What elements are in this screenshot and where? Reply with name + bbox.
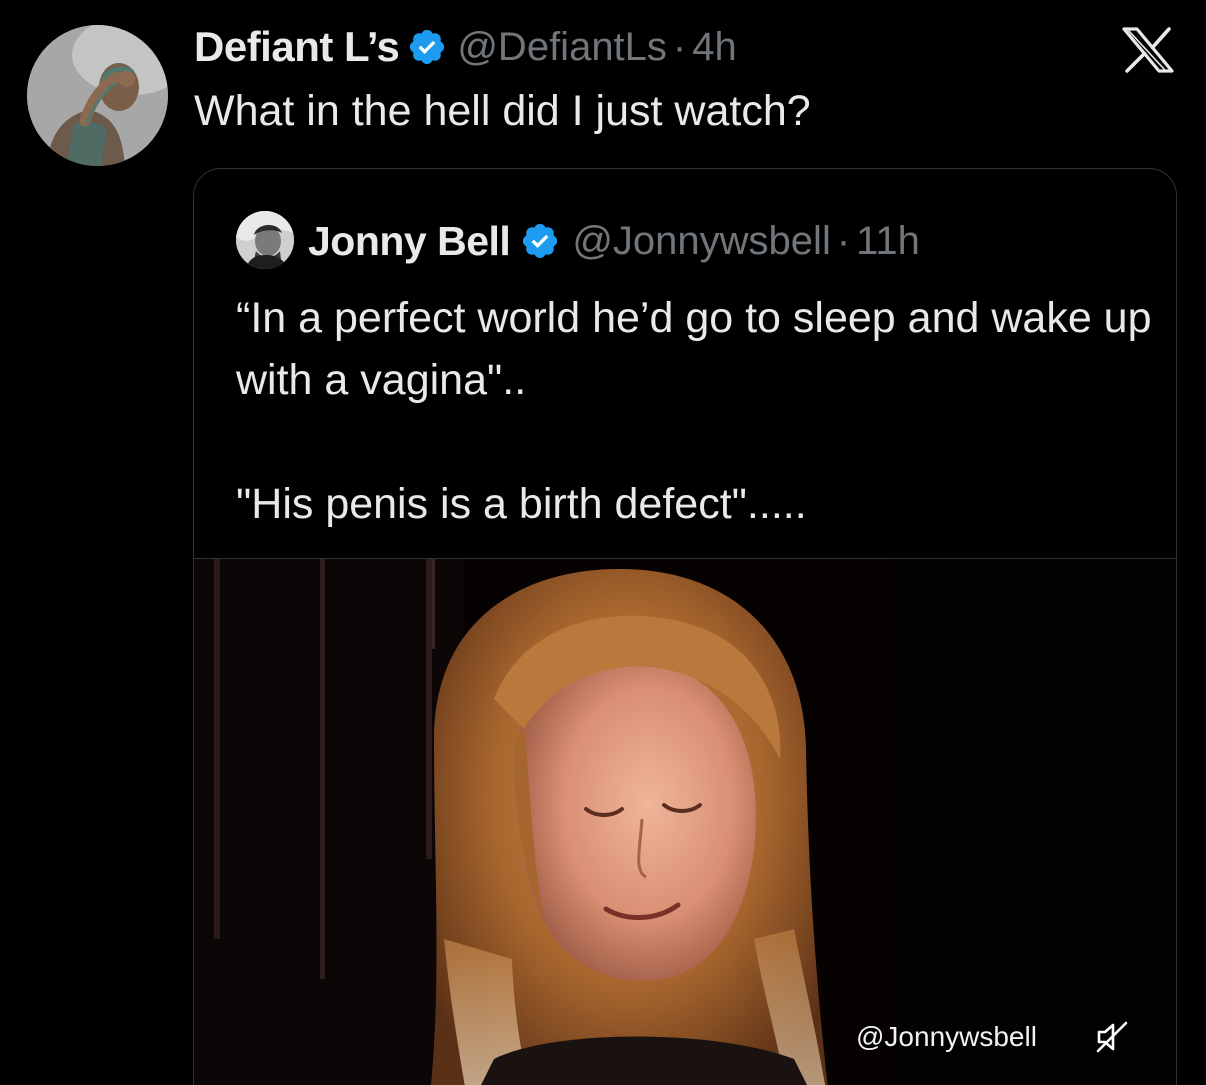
video-player[interactable]: @Jonnywsbell	[194, 558, 1176, 1085]
video-watermark: @Jonnywsbell	[856, 1021, 1037, 1052]
verified-badge-icon	[407, 27, 447, 67]
tweet-text: What in the hell did I just watch?	[194, 87, 811, 135]
author-handle[interactable]: @DefiantLs	[457, 25, 667, 70]
profile-photo-icon	[236, 211, 294, 269]
author-avatar[interactable]	[27, 25, 168, 166]
separator-dot: ·	[672, 24, 687, 69]
tweet-timestamp[interactable]: 4h	[692, 25, 737, 70]
quoted-author-avatar[interactable]	[236, 211, 294, 269]
quoted-tweet-header: Jonny Bell @Jonnywsbell · 11h	[308, 213, 920, 269]
quoted-tweet-card[interactable]: Jonny Bell @Jonnywsbell · 11h “In a perf…	[193, 168, 1177, 1085]
author-display-name[interactable]: Defiant L’s	[194, 23, 400, 71]
facepalm-statue-icon	[27, 25, 168, 166]
tweet: Defiant L’s @DefiantLs · 4h What in the …	[0, 0, 1206, 1085]
quoted-tweet-text: “In a perfect world he’d go to sleep and…	[236, 294, 1152, 528]
quoted-author-display-name[interactable]: Jonny Bell	[308, 218, 511, 265]
x-logo-icon[interactable]	[1120, 26, 1176, 74]
speaker-muted-icon[interactable]	[1094, 1019, 1130, 1055]
verified-badge-icon	[520, 221, 560, 261]
tweet-header: Defiant L’s @DefiantLs · 4h	[194, 22, 737, 72]
separator-dot: ·	[836, 218, 851, 263]
quoted-tweet-timestamp[interactable]: 11h	[856, 219, 920, 264]
video-frame	[194, 559, 1176, 1085]
quoted-author-handle[interactable]: @Jonnywsbell	[572, 219, 831, 264]
